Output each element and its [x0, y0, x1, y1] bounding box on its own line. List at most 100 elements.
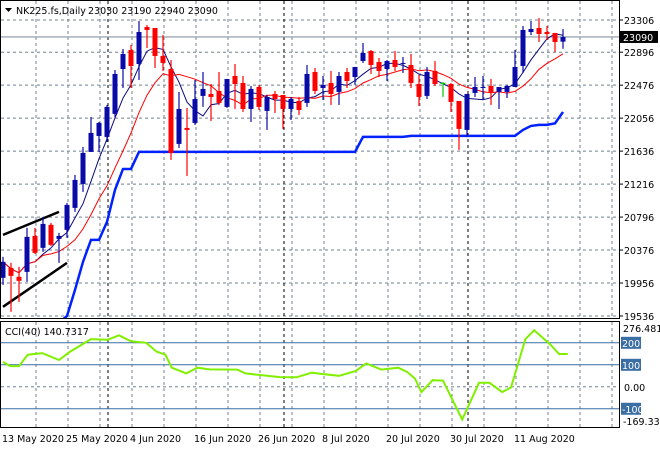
cci-level-label: 0.00	[624, 383, 645, 394]
candle-body	[264, 96, 270, 111]
candle-body	[272, 93, 278, 99]
candle-body	[72, 179, 78, 208]
time-tick-label: 11 Aug 2020	[514, 434, 575, 445]
candle-body	[296, 100, 302, 110]
cci-level-label: 100	[622, 361, 640, 372]
candle-body	[232, 75, 238, 84]
time-tick-label: 13 May 2020	[2, 434, 64, 445]
candle-body	[168, 68, 174, 153]
candle-body	[40, 223, 46, 248]
candle-body	[240, 82, 246, 109]
time-tick-label: 4 Jun 2020	[130, 434, 181, 445]
candle-body	[24, 236, 30, 272]
current-price-label: 23090	[623, 33, 653, 44]
candle-body	[352, 66, 358, 78]
time-tick-label: 20 Jul 2020	[386, 434, 440, 445]
time-tick-label: 25 May 2020	[66, 434, 128, 445]
candle-body	[312, 71, 318, 91]
candle-body	[360, 52, 366, 61]
candle-body	[248, 88, 254, 109]
candle-body	[384, 60, 390, 69]
candle-body	[496, 86, 502, 92]
price-tick-label: 22896	[624, 48, 654, 59]
candle-body	[472, 86, 478, 93]
candle-body	[432, 70, 438, 84]
candle-body	[56, 235, 62, 239]
candle-body	[88, 132, 94, 152]
candle[interactable]	[104, 104, 110, 142]
candle-body	[48, 224, 54, 245]
price-tick-label: 22056	[624, 114, 654, 125]
candle-body	[328, 82, 334, 94]
candle-body	[544, 32, 550, 34]
price-tick-label: 19956	[624, 279, 654, 290]
candle-body	[400, 62, 406, 64]
price-tick-label: 19536	[624, 312, 654, 323]
candle-body	[520, 29, 526, 67]
candle[interactable]	[168, 59, 174, 160]
candle[interactable]	[224, 78, 230, 108]
candle-body	[536, 28, 542, 34]
candle[interactable]	[256, 84, 262, 110]
candle-body	[152, 28, 158, 56]
price-tick-label: 21636	[624, 147, 654, 158]
candle-body	[344, 71, 350, 82]
time-tick-label: 16 Jun 2020	[194, 434, 251, 445]
background	[0, 0, 660, 450]
chart-window: 23306 22896 22476 22056 21636 21216 20796 20376…	[0, 0, 660, 450]
candle-body	[464, 93, 470, 130]
candle-body	[8, 267, 14, 276]
candle-body	[80, 152, 86, 184]
candle-body	[160, 55, 166, 63]
candle-body	[176, 108, 182, 144]
candle-body	[184, 127, 190, 130]
cci-title: CCI(40) 140.7317	[5, 327, 89, 338]
candle-body	[376, 62, 382, 71]
price-tick-label: 21216	[624, 180, 654, 191]
time-tick-label: 8 Jul 2020	[322, 434, 370, 445]
candle-body	[480, 86, 486, 88]
candle-body	[120, 53, 126, 69]
candle-body	[112, 73, 118, 114]
price-tick-label: 20376	[624, 246, 654, 257]
candle-body	[416, 83, 422, 97]
candle-body	[560, 36, 566, 42]
cci-max-label: 276.4817	[623, 324, 660, 335]
candle-body	[216, 90, 222, 103]
candle-body	[256, 86, 262, 107]
candle-body	[224, 78, 230, 107]
candle-body	[456, 100, 462, 129]
candle-body	[144, 26, 150, 30]
candle-body	[552, 32, 558, 42]
price-tick-label: 22476	[624, 81, 654, 92]
candle[interactable]	[112, 69, 118, 117]
time-tick-label: 30 Jul 2020	[450, 434, 504, 445]
candle[interactable]	[520, 25, 526, 73]
candle[interactable]	[72, 174, 78, 212]
candle-body	[368, 51, 374, 65]
candle[interactable]	[48, 222, 54, 246]
candle-body	[440, 82, 446, 84]
candle-body	[448, 83, 454, 102]
candle-body	[1, 261, 6, 278]
candle-body	[280, 94, 286, 109]
cci-level-label: 200	[622, 339, 640, 350]
candle-body	[392, 59, 398, 67]
candle-body	[104, 106, 110, 137]
price-tick-label: 23306	[624, 16, 654, 27]
candle-body	[208, 93, 214, 97]
cci-level-label: -100	[622, 405, 644, 416]
cci-min-label: -169.336	[623, 417, 660, 428]
candle-body	[528, 29, 534, 33]
candle-body	[32, 235, 38, 253]
candle-body	[128, 49, 134, 67]
candle-body	[424, 71, 430, 96]
candle-body	[304, 73, 310, 103]
candle-body	[408, 64, 414, 83]
candle-body	[64, 204, 70, 230]
ohlc-values: 23030 23190 22940 23090	[88, 6, 218, 17]
symbol-label: NK225.fs,Daily	[16, 6, 86, 17]
candle-body	[320, 84, 326, 88]
candle-body	[512, 66, 518, 87]
candle-body	[336, 75, 342, 92]
